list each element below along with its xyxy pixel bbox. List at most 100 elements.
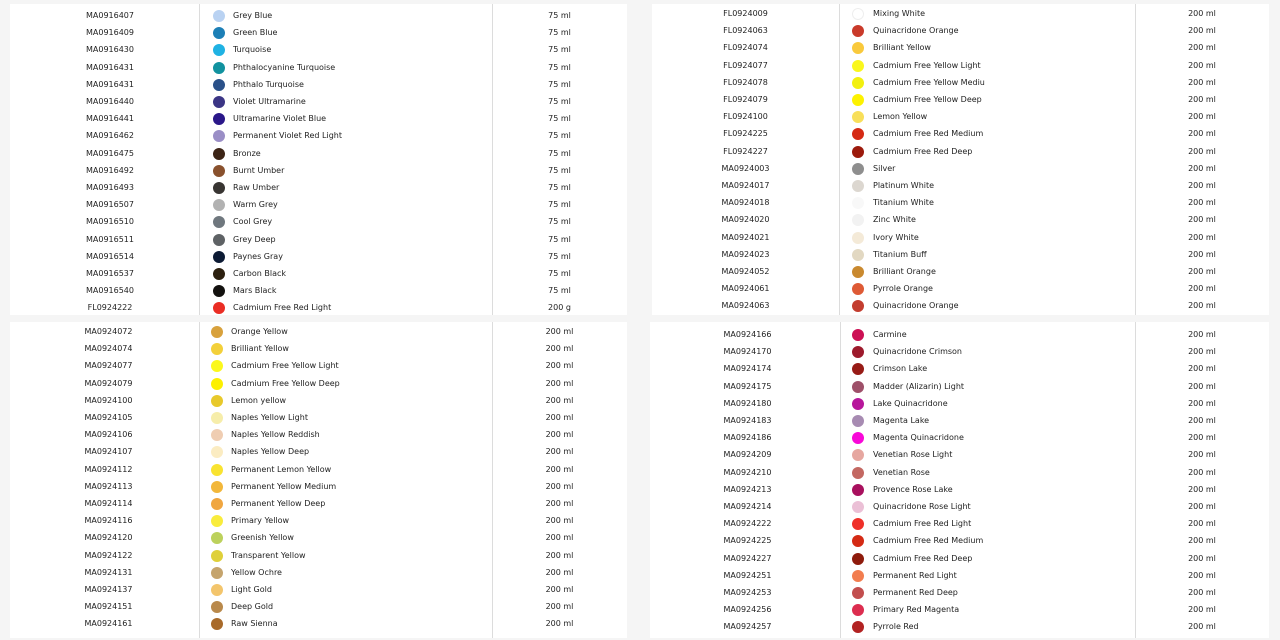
product-code: MA0924256 — [723, 605, 772, 615]
color-swatch — [213, 147, 225, 160]
color-name: Yellow Ochre — [231, 567, 282, 577]
table-row: MA0924100 Lemon yellow 200 ml — [10, 392, 627, 409]
color-swatch — [852, 197, 864, 210]
color-name: Green Blue — [233, 28, 278, 38]
product-code: FL0924009 — [723, 9, 768, 18]
product-code: FL0924077 — [723, 60, 768, 70]
package-size: 200 ml — [1188, 484, 1216, 494]
table-row: MA0916475 Bronze 75 ml — [10, 145, 627, 162]
color-name: Naples Yellow Reddish — [231, 430, 320, 440]
color-name: Quinacridone Orange — [873, 301, 959, 311]
product-code: MA0916431 — [85, 62, 134, 72]
table-row: MA0924175 Madder (Alizarin) Light 200 ml — [650, 378, 1269, 395]
package-size: 75 ml — [548, 79, 571, 89]
product-code: MA0916493 — [85, 183, 134, 192]
color-swatch — [852, 569, 864, 582]
package-size: 75 ml — [548, 217, 571, 227]
color-swatch — [852, 346, 864, 359]
color-name: Ivory White — [873, 232, 919, 242]
table-row: MA0924113 Permanent Yellow Medium 200 ml — [10, 478, 627, 495]
color-name: Naples Yellow Light — [231, 413, 308, 422]
table-row: MA0924253 Permanent Red Deep 200 ml — [650, 584, 1269, 601]
product-code: MA0916431 — [85, 79, 134, 89]
table-row: MA0916510 Cool Grey 75 ml — [10, 213, 627, 230]
package-size: 200 ml — [1188, 129, 1216, 139]
color-name: Cadmium Free Yellow Deep — [231, 378, 340, 388]
product-code: MA0924079 — [84, 378, 133, 388]
color-swatch — [852, 518, 864, 531]
package-size: 200 ml — [1188, 330, 1216, 339]
color-swatch — [852, 180, 864, 192]
package-size: 200 ml — [1188, 347, 1216, 357]
color-name: Cool Grey — [233, 217, 273, 227]
color-swatch — [213, 113, 225, 126]
product-code: MA0924018 — [721, 198, 770, 208]
package-size: 75 ml — [548, 251, 571, 261]
package-size: 200 ml — [1188, 95, 1216, 104]
color-name: Burnt Umber — [233, 165, 285, 175]
color-name: Permanent Lemon Yellow — [231, 464, 332, 474]
package-size: 75 ml — [548, 148, 571, 158]
color-swatch — [211, 498, 223, 510]
color-swatch — [211, 532, 223, 545]
product-code: MA0924210 — [723, 467, 772, 477]
color-swatch — [211, 394, 223, 407]
product-code: MA0924186 — [723, 433, 772, 443]
product-code: MA0916441 — [85, 114, 134, 124]
color-swatch — [852, 604, 864, 617]
color-name: Pyrrole Red — [873, 622, 919, 632]
table-row: MA0924114 Permanent Yellow Deep 200 ml — [10, 495, 627, 512]
color-name: Cadmium Free Red Medium — [873, 129, 984, 139]
color-name: Mixing White — [873, 9, 926, 18]
color-swatch — [852, 214, 864, 227]
color-swatch — [852, 329, 864, 341]
color-name: Titanium Buff — [873, 249, 927, 259]
package-size: 200 ml — [545, 602, 574, 612]
table-row: MA0924251 Permanent Red Light 200 ml — [650, 567, 1269, 584]
color-swatch — [211, 566, 223, 579]
color-name: Violet Ultramarine — [233, 97, 306, 106]
color-name: Brilliant Orange — [873, 267, 936, 276]
package-size: 200 ml — [545, 619, 574, 629]
product-code: MA0924105 — [84, 413, 133, 422]
table-row: MA0924079 Cadmium Free Yellow Deep 200 ml — [10, 375, 627, 392]
table-row: MA0924257 Pyrrole Red 200 ml — [650, 618, 1269, 635]
color-name: Lemon yellow — [231, 395, 287, 405]
color-name: Cadmium Free Red Deep — [873, 146, 973, 156]
color-swatch — [852, 145, 864, 158]
color-name: Permanent Red Light — [873, 570, 957, 580]
color-name: Quinacridone Rose Light — [873, 502, 971, 511]
package-size: 200 ml — [1188, 43, 1216, 53]
table-row: FL0924225 Cadmium Free Red Medium 200 ml — [652, 125, 1269, 142]
color-name: Venetian Rose — [873, 467, 930, 477]
color-name: Paynes Gray — [233, 251, 283, 261]
color-name: Raw Umber — [233, 183, 280, 192]
product-code: MA0924251 — [723, 570, 772, 580]
table-row: MA0916540 Mars Black 75 ml — [10, 282, 627, 299]
color-swatch — [211, 429, 223, 442]
color-name: Titanium White — [873, 198, 934, 208]
color-name: Permanent Yellow Deep — [231, 499, 326, 508]
table-row: MA0924122 Transparent Yellow 200 ml — [10, 547, 627, 564]
package-size: 200 ml — [1188, 519, 1216, 529]
color-swatch — [211, 412, 223, 424]
package-size: 200 g — [548, 303, 571, 313]
table-row: MA0924161 Raw Sienna 200 ml — [10, 615, 627, 632]
color-swatch — [852, 248, 864, 261]
color-name: Naples Yellow Deep — [231, 447, 310, 457]
table-row: MA0916492 Burnt Umber 75 ml — [10, 162, 627, 179]
color-name: Silver — [873, 163, 896, 173]
color-swatch — [211, 601, 223, 614]
color-name: Phthalo Turquoise — [233, 79, 304, 89]
product-code: MA0924161 — [84, 619, 133, 629]
color-swatch — [211, 549, 223, 562]
color-name: Phthalocyanine Turquoise — [233, 62, 336, 72]
color-swatch — [852, 128, 864, 141]
product-code: MA0924222 — [723, 519, 772, 529]
table-row: MA0924166 Carmine 200 ml — [650, 326, 1269, 343]
color-swatch — [211, 584, 223, 596]
package-size: 75 ml — [548, 28, 571, 38]
package-size: 200 ml — [1188, 215, 1216, 225]
product-code: MA0924209 — [723, 450, 772, 460]
product-code: FL0924225 — [723, 129, 768, 139]
